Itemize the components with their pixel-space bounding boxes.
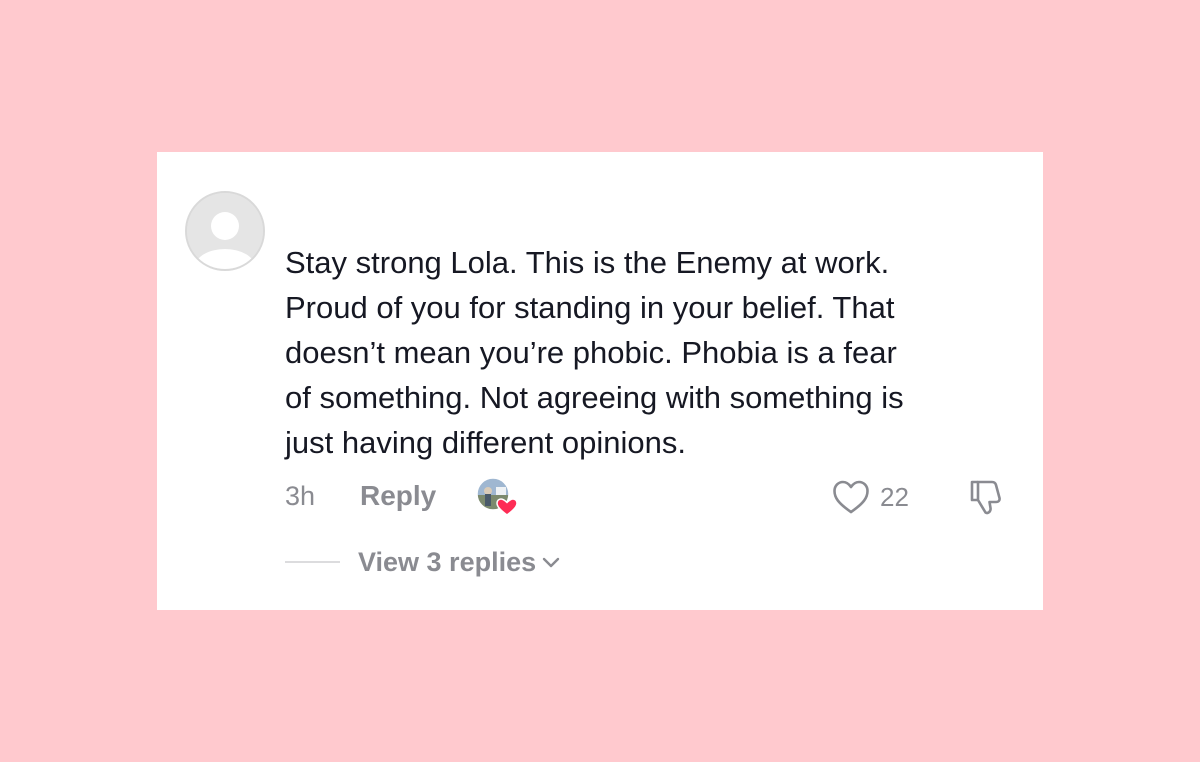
like-count: 22: [880, 481, 909, 512]
comment-card: Stay strong Lola. This is the Enemy at w…: [157, 152, 1043, 610]
commenter-avatar[interactable]: [185, 191, 265, 271]
view-replies-label: View 3 replies: [358, 546, 537, 577]
replies-divider: [285, 561, 340, 563]
view-replies-row: View 3 replies: [285, 544, 560, 580]
view-replies-button[interactable]: View 3 replies: [358, 547, 560, 578]
reply-button[interactable]: Reply: [360, 480, 436, 512]
chevron-down-icon: [542, 557, 560, 568]
comment-text: Stay strong Lola. This is the Enemy at w…: [285, 245, 904, 460]
thumbs-down-icon: [970, 480, 1001, 515]
creator-liked-badge-icon: [476, 477, 520, 517]
comment-timestamp: 3h: [285, 481, 316, 511]
default-avatar-icon: [187, 193, 263, 269]
heart-outline-icon: [833, 480, 869, 514]
dislike-button[interactable]: [967, 478, 1007, 521]
like-button[interactable]: 22: [832, 477, 909, 517]
comment-actions-row: 3h Reply 22: [285, 477, 1015, 517]
